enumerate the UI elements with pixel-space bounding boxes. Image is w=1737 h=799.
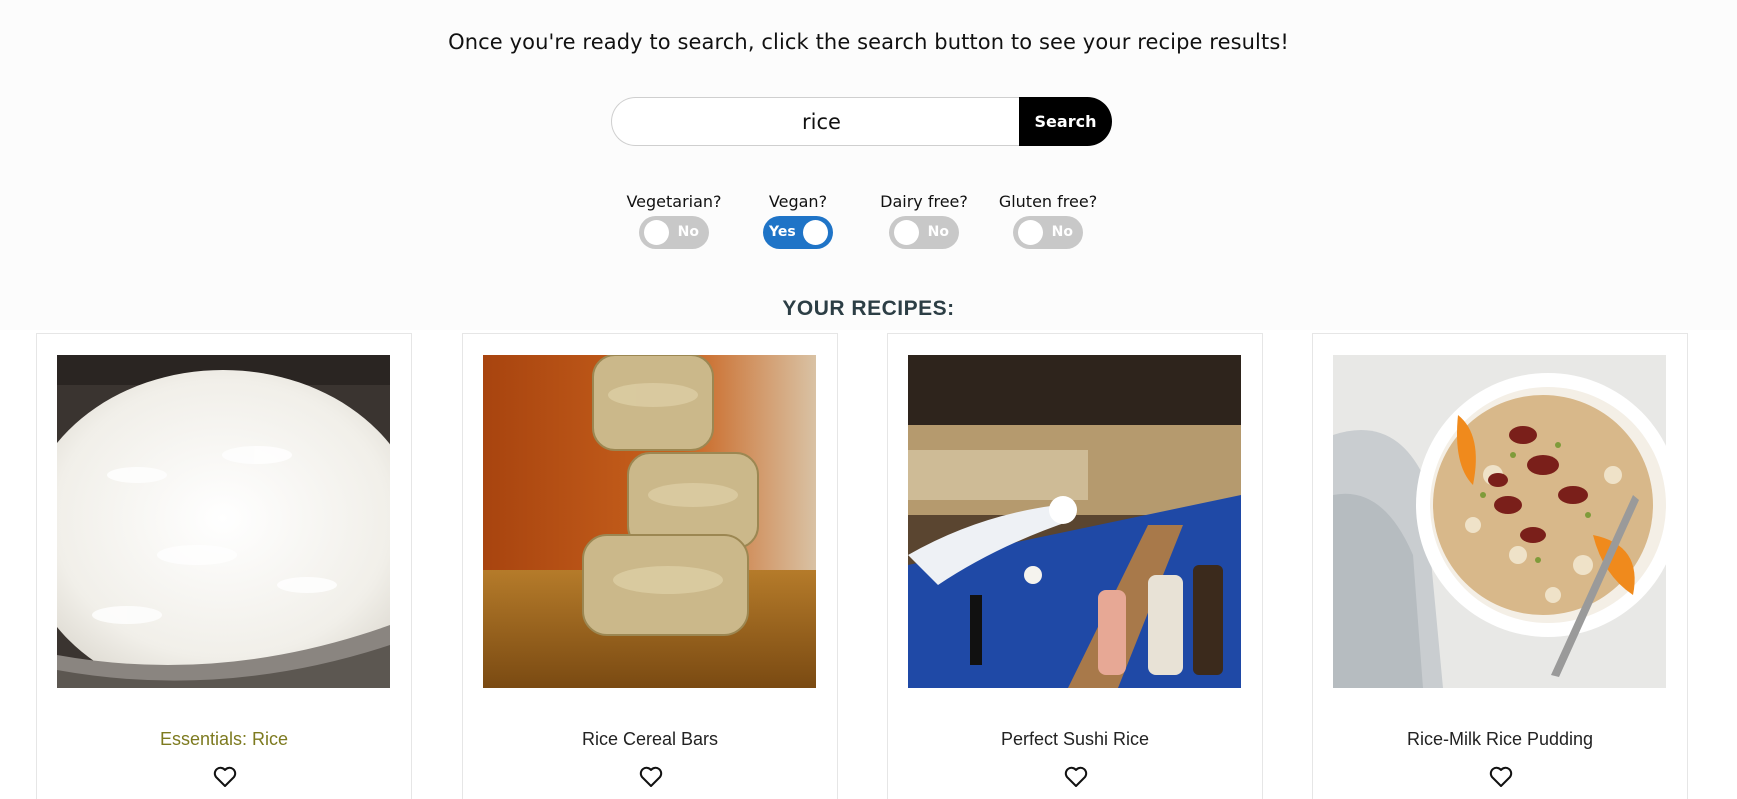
toggle-knob <box>894 220 919 245</box>
filter-label: Dairy free? <box>880 192 968 211</box>
vegetarian-toggle[interactable]: No <box>639 216 709 249</box>
recipe-image-rice-pudding[interactable] <box>1333 355 1666 688</box>
heart-icon[interactable] <box>1489 766 1513 788</box>
recipe-card[interactable]: Rice Cereal Bars <box>462 333 838 799</box>
search-bar: Search <box>611 97 1112 146</box>
heart-icon[interactable] <box>1064 766 1088 788</box>
recipe-title[interactable]: Perfect Sushi Rice <box>888 729 1262 750</box>
search-instructions: Once you're ready to search, click the s… <box>448 30 1289 54</box>
recipe-card[interactable]: Perfect Sushi Rice <box>887 333 1263 799</box>
toggle-knob <box>803 220 828 245</box>
toggle-state: No <box>677 224 699 240</box>
recipe-title[interactable]: Essentials: Rice <box>37 729 411 750</box>
recipes-heading: YOUR RECIPES: <box>782 297 955 320</box>
filter-gluten-free: Gluten free? No <box>988 192 1108 249</box>
toggle-knob <box>644 220 669 245</box>
dairy-free-toggle[interactable]: No <box>889 216 959 249</box>
heart-icon[interactable] <box>639 766 663 788</box>
filter-label: Vegan? <box>768 192 828 211</box>
search-input[interactable] <box>611 97 1031 146</box>
recipe-title[interactable]: Rice-Milk Rice Pudding <box>1313 729 1687 750</box>
gluten-free-toggle[interactable]: No <box>1013 216 1083 249</box>
recipe-image-sushi-rice[interactable] <box>908 355 1241 688</box>
search-button[interactable]: Search <box>1019 97 1112 146</box>
recipe-card[interactable]: Rice-Milk Rice Pudding <box>1312 333 1688 799</box>
recipe-title[interactable]: Rice Cereal Bars <box>463 729 837 750</box>
filter-vegan: Vegan? Yes <box>738 192 858 249</box>
filter-dairy-free: Dairy free? No <box>864 192 984 249</box>
filter-label: Gluten free? <box>998 192 1098 211</box>
filter-label: Vegetarian? <box>626 192 722 211</box>
toggle-knob <box>1018 220 1043 245</box>
vegan-toggle[interactable]: Yes <box>763 216 833 249</box>
recipe-card[interactable]: Essentials: Rice <box>36 333 412 799</box>
heart-icon[interactable] <box>213 766 237 788</box>
recipe-image-rice[interactable] <box>57 355 390 688</box>
dietary-filters: Vegetarian? No Vegan? Yes Dairy free? No… <box>0 192 1737 252</box>
toggle-state: No <box>1051 224 1073 240</box>
toggle-state: Yes <box>769 224 796 240</box>
recipe-image-cereal-bars[interactable] <box>483 355 816 688</box>
filter-vegetarian: Vegetarian? No <box>614 192 734 249</box>
toggle-state: No <box>927 224 949 240</box>
